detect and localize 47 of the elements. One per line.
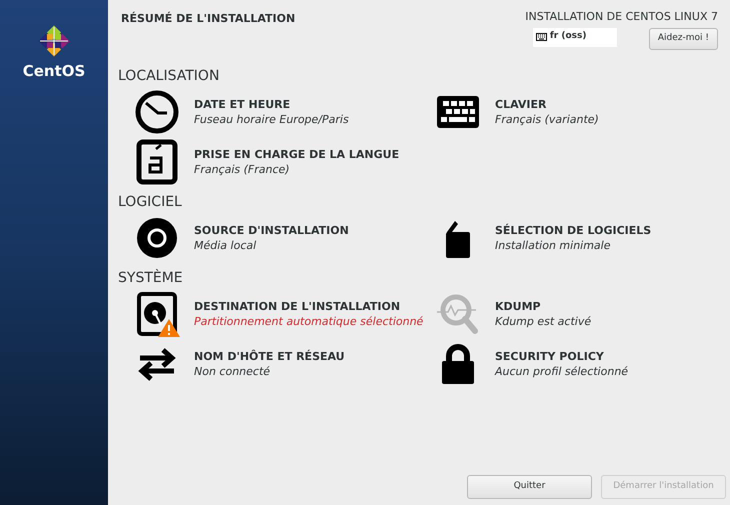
spoke-status: Français (variante) [495, 112, 599, 127]
spoke-title: DATE ET HEURE [194, 97, 292, 112]
disc-icon [137, 218, 177, 258]
spoke-item[interactable]: SOURCE D'INSTALLATION Média local [134, 213, 435, 263]
spoke-item[interactable]: DESTINATION DE L'INSTALLATION Partitionnement automatique sélectionné [134, 289, 435, 339]
clock-icon [136, 90, 178, 134]
logo-text: CentOS [22, 61, 86, 82]
keyboard-layout-indicator[interactable]: fr (oss) [532, 28, 617, 46]
spoke-status: Kdump est activé [495, 314, 592, 329]
spoke-item[interactable]: SÉLECTION DE LOGICIELS Installation minimale [435, 213, 726, 263]
spoke-status: Fuseau horaire Europe/Paris [194, 112, 349, 127]
spoke-title: SOURCE D'INSTALLATION [194, 223, 349, 238]
section-heading: SYSTÈME [118, 269, 184, 287]
quit-button[interactable]: Quitter [467, 475, 592, 499]
spoke-title: DESTINATION DE L'INSTALLATION [194, 299, 402, 314]
package-icon [446, 221, 470, 258]
spoke-title: SÉLECTION DE LOGICIELS [495, 223, 652, 238]
spoke-item[interactable]: CLAVIER Français (variante) [435, 87, 726, 137]
padlock-icon [442, 344, 474, 384]
section-heading: LOGICIEL [118, 193, 183, 211]
spoke-item[interactable]: SECURITY POLICY Aucun profil sélectionné [435, 339, 726, 389]
spoke-title: CLAVIER [495, 97, 548, 112]
section-heading: LOCALISATION [118, 67, 220, 85]
spoke-status: Aucun profil sélectionné [495, 364, 628, 379]
spoke-status: Partitionnement automatique sélectionné [194, 314, 424, 329]
magnifier-icon [437, 294, 478, 334]
spoke-title: KDUMP [495, 299, 542, 314]
spoke-status: Français (France) [194, 162, 291, 177]
arrows-icon [138, 348, 176, 382]
keyboard-layout-text: fr (oss) [550, 30, 586, 44]
keyboard-icon [437, 96, 479, 128]
spoke-title: PRISE EN CHARGE DE LA LANGUE [194, 147, 400, 162]
keyboard-icon [536, 33, 547, 41]
page-title: RÉSUMÉ DE L'INSTALLATION [120, 10, 296, 27]
spoke-item[interactable]: KDUMP Kdump est activé [435, 289, 726, 339]
spoke-status: Média local [194, 238, 258, 253]
spoke-item[interactable]: NOM D'HÔTE ET RÉSEAU Non connecté [134, 339, 435, 389]
accented-letter-icon [136, 140, 178, 184]
product-title: INSTALLATION DE CENTOS LINUX 7 [525, 9, 718, 25]
centos-logo-icon [38, 25, 70, 57]
spoke-status: Installation minimale [495, 238, 612, 253]
help-button[interactable]: Aidez-moi ! [648, 28, 718, 50]
spoke-status: Non connecté [194, 364, 272, 379]
spoke-title: NOM D'HÔTE ET RÉSEAU [194, 349, 345, 364]
spoke-title: SECURITY POLICY [495, 349, 605, 364]
spoke-item[interactable]: PRISE EN CHARGE DE LA LANGUE Français (France) [134, 137, 435, 187]
spoke-item[interactable]: DATE ET HEURE Fuseau horaire Europe/Paris [134, 87, 435, 137]
